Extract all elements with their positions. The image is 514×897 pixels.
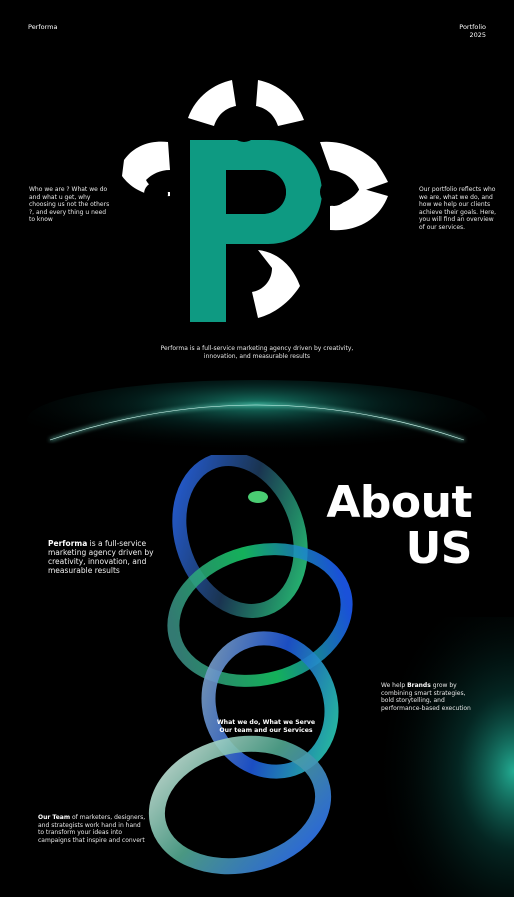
performa-p-logo-icon	[122, 80, 388, 322]
services-heading: What we do, What we Serve Our team and o…	[212, 719, 320, 735]
about-us-title: About US	[326, 480, 472, 572]
brands-pre: We help	[381, 682, 408, 689]
serve-line1: What we do, What we Serve	[216, 719, 316, 726]
team-description: Our Team of marketers, designers, and st…	[38, 814, 146, 844]
team-bold: Our Team	[38, 814, 71, 821]
brands-description: We help Brands grow by combining smart s…	[381, 682, 473, 712]
about-title-line1: About	[326, 477, 472, 528]
serve-line2: Our team and our Services	[219, 727, 313, 734]
hero-tagline: Performa is a full-service marketing age…	[160, 345, 354, 360]
performa-description: Performa is a full-service marketing age…	[48, 539, 160, 575]
performa-bold: Performa	[48, 539, 88, 548]
brands-bold: Brands	[407, 682, 431, 689]
who-we-are-text: Who we are ? What we do and what u get, …	[29, 186, 110, 223]
portfolio-description: Our portfolio reflects who we are, what …	[419, 186, 497, 231]
about-title-line2: US	[405, 523, 473, 574]
